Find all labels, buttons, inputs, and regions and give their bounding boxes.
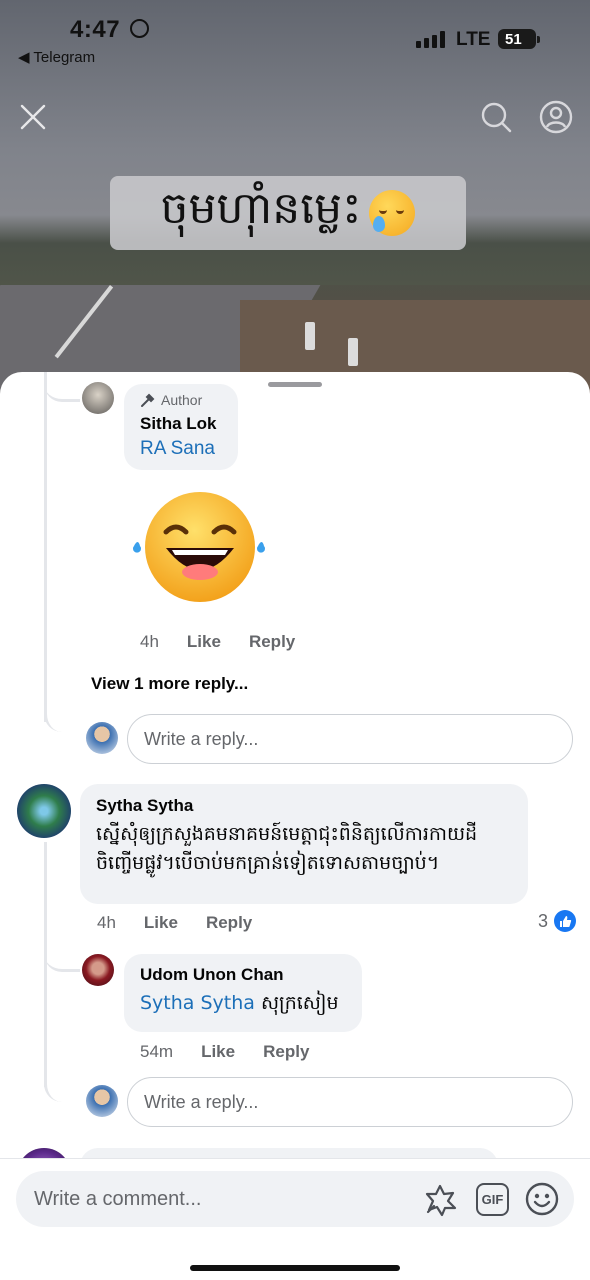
smiley-status-icon <box>130 19 149 38</box>
laughing-tears-emoji-icon <box>128 492 268 602</box>
status-bar: 4:47 ◀ Telegram LTE 51 <box>0 0 590 72</box>
emoji-icon[interactable] <box>524 1181 560 1222</box>
gif-label: GIF <box>481 1192 504 1207</box>
comment-text: ស្នើសុំឲ្យក្រសួងគមនាគមន៍មេត្តាជុះពិនិត្យ… <box>96 820 521 877</box>
caption-text: ចុមហ៊ាំនម្លេះ <box>160 183 362 234</box>
gif-icon[interactable]: GIF <box>476 1183 509 1216</box>
mention-link[interactable]: RA Sana <box>140 438 215 460</box>
author-badge-label: Author <box>161 392 203 408</box>
close-icon[interactable] <box>15 99 51 135</box>
author-badge: Author <box>140 392 202 408</box>
comments-sheet: Author Sitha Lok RA Sana 4h Like Reply V… <box>0 372 590 1280</box>
reply-bubble: Udom Unon Chan Sytha Sytha សុក្រសៀម <box>124 954 362 1032</box>
search-icon[interactable] <box>478 99 514 135</box>
comment-time: 4h <box>97 913 116 932</box>
reply-text-content: សុក្រសៀម <box>254 992 339 1014</box>
comment-composer-bar: Write a comment... GIF <box>0 1158 590 1280</box>
reply-button[interactable]: Reply <box>206 913 252 933</box>
reply-placeholder: Write a reply... <box>144 1091 259 1112</box>
my-avatar <box>86 722 118 754</box>
network-label: LTE <box>456 29 491 50</box>
commenter-name[interactable]: Udom Unon Chan <box>140 965 284 985</box>
reply-input[interactable]: Write a reply... <box>127 1077 573 1127</box>
reply-input[interactable]: Write a reply... <box>127 714 573 764</box>
like-button[interactable]: Like <box>187 632 221 652</box>
avatar[interactable] <box>82 382 114 414</box>
avatar[interactable] <box>17 784 71 838</box>
reply-button[interactable]: Reply <box>263 1042 309 1062</box>
microphone-icon <box>141 393 155 407</box>
profile-icon[interactable] <box>538 99 574 135</box>
comment-placeholder: Write a comment... <box>34 1187 202 1210</box>
home-indicator <box>190 1265 400 1271</box>
reply-placeholder: Write a reply... <box>144 728 259 749</box>
like-button[interactable]: Like <box>144 913 178 933</box>
avatar[interactable] <box>82 954 114 986</box>
reply-text: Sytha Sytha សុក្រសៀម <box>140 989 339 1018</box>
status-time: 4:47 <box>70 16 121 43</box>
sheet-drag-handle[interactable] <box>268 382 322 387</box>
reply-meta: 54m Like Reply <box>140 1042 337 1062</box>
comment-time: 54m <box>140 1042 174 1061</box>
like-button[interactable]: Like <box>201 1042 235 1062</box>
author-reply-meta: 4h Like Reply <box>140 632 323 652</box>
video-caption: ចុមហ៊ាំនម្លេះ <box>110 176 466 250</box>
signal-icon <box>416 30 445 48</box>
reaction-count[interactable]: 3 <box>538 910 577 932</box>
my-avatar <box>86 1085 118 1117</box>
comment-text-line: ស្នើសុំឲ្យក្រសួងគមនាគមន៍មេត្តាជុះពិនិត្យ… <box>96 823 478 845</box>
crying-face-emoji-icon <box>369 190 416 236</box>
sticker-icon[interactable] <box>425 1183 459 1222</box>
comment-time: 4h <box>140 632 159 651</box>
battery-level: 51 <box>505 30 522 48</box>
reaction-count-value: 3 <box>538 910 549 931</box>
author-reply-bubble: Author Sitha Lok RA Sana <box>124 384 238 470</box>
battery-icon: 51 <box>498 29 536 49</box>
commenter-name[interactable]: Sitha Lok <box>140 414 217 434</box>
mention-link[interactable]: Sytha Sytha <box>140 992 255 1014</box>
thumbs-up-icon <box>554 910 577 932</box>
view-more-replies-link[interactable]: View 1 more reply... <box>91 674 248 694</box>
comment-text-line: ចិញ្ចើមផ្លូវ។បើចាប់មកគ្រាន់ទៀតទោសតាមច្បា… <box>96 851 440 874</box>
comment-bubble: Sytha Sytha ស្នើសុំឲ្យក្រសួងគមនាគមន៍មេត្… <box>80 784 528 904</box>
back-to-app-link[interactable]: ◀ Telegram <box>18 48 95 66</box>
commenter-name[interactable]: Sytha Sytha <box>96 796 193 816</box>
reply-button[interactable]: Reply <box>249 632 295 652</box>
comment-meta: 4h Like Reply <box>97 913 280 933</box>
